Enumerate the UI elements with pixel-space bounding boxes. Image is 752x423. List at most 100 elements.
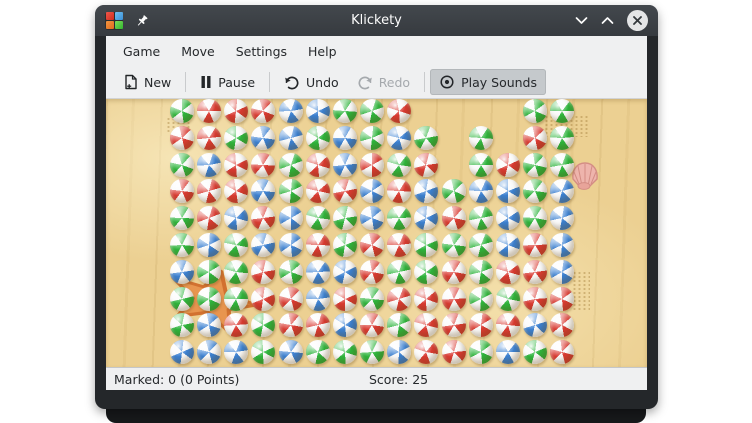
ball-r-r4c1[interactable]: [170, 179, 194, 203]
pause-button[interactable]: Pause: [191, 70, 264, 95]
ball-b-r4c15[interactable]: [550, 179, 574, 203]
ball-r-r9c5[interactable]: [279, 313, 303, 337]
ball-r-r4c7[interactable]: [333, 179, 357, 203]
ball-b-r9c7[interactable]: [333, 313, 357, 337]
ball-r-r8c11[interactable]: [442, 287, 466, 311]
ball-g-r6c7[interactable]: [333, 233, 357, 257]
ball-r-r8c4[interactable]: [251, 287, 275, 311]
ball-g-r2c3[interactable]: [224, 126, 248, 150]
ball-b-r9c2[interactable]: [197, 313, 221, 337]
ball-r-r10c11[interactable]: [442, 340, 466, 364]
ball-b-r4c10[interactable]: [414, 179, 438, 203]
ball-r-r10c10[interactable]: [414, 340, 438, 364]
ball-b-r7c7[interactable]: [333, 260, 357, 284]
ball-b-r4c12[interactable]: [469, 179, 493, 203]
ball-r-r5c11[interactable]: [442, 206, 466, 230]
ball-r-r4c2[interactable]: [197, 179, 221, 203]
ball-b-r2c9[interactable]: [387, 126, 411, 150]
ball-b-r10c5[interactable]: [279, 340, 303, 364]
ball-b-r3c2[interactable]: [197, 153, 221, 177]
ball-g-r1c15[interactable]: [550, 99, 574, 123]
ball-b-r5c3[interactable]: [224, 206, 248, 230]
ball-g-r5c1[interactable]: [170, 206, 194, 230]
ball-r-r6c9[interactable]: [387, 233, 411, 257]
ball-r-r9c8[interactable]: [360, 313, 384, 337]
minimize-icon[interactable]: [575, 16, 588, 25]
ball-r-r3c13[interactable]: [496, 153, 520, 177]
ball-g-r6c12[interactable]: [469, 233, 493, 257]
ball-b-r7c6[interactable]: [306, 260, 330, 284]
ball-b-r5c10[interactable]: [414, 206, 438, 230]
ball-g-r10c7[interactable]: [333, 340, 357, 364]
ball-r-r8c15[interactable]: [550, 287, 574, 311]
ball-g-r5c14[interactable]: [523, 206, 547, 230]
menu-move[interactable]: Move: [171, 40, 225, 63]
ball-r-r6c14[interactable]: [523, 233, 547, 257]
ball-b-r7c1[interactable]: [170, 260, 194, 284]
ball-r-r9c13[interactable]: [496, 313, 520, 337]
ball-b-r1c6[interactable]: [306, 99, 330, 123]
ball-g-r7c9[interactable]: [387, 260, 411, 284]
ball-b-r4c13[interactable]: [496, 179, 520, 203]
ball-r-r7c14[interactable]: [523, 260, 547, 284]
ball-r-r3c4[interactable]: [251, 153, 275, 177]
ball-b-r6c15[interactable]: [550, 233, 574, 257]
ball-r-r2c1[interactable]: [170, 126, 194, 150]
redo-button[interactable]: Redo: [348, 70, 419, 95]
ball-r-r1c4[interactable]: [251, 99, 275, 123]
ball-r-r9c11[interactable]: [442, 313, 466, 337]
ball-r-r4c9[interactable]: [387, 179, 411, 203]
ball-b-r10c9[interactable]: [387, 340, 411, 364]
ball-b-r6c4[interactable]: [251, 233, 275, 257]
ball-g-r5c9[interactable]: [387, 206, 411, 230]
ball-g-r1c8[interactable]: [360, 99, 384, 123]
ball-g-r9c1[interactable]: [170, 313, 194, 337]
ball-g-r5c6[interactable]: [306, 206, 330, 230]
ball-g-r1c7[interactable]: [333, 99, 357, 123]
ball-g-r10c8[interactable]: [360, 340, 384, 364]
ball-r-r2c2[interactable]: [197, 126, 221, 150]
ball-b-r5c15[interactable]: [550, 206, 574, 230]
ball-g-r9c9[interactable]: [387, 313, 411, 337]
ball-r-r1c2[interactable]: [197, 99, 221, 123]
ball-g-r7c3[interactable]: [224, 260, 248, 284]
ball-g-r10c12[interactable]: [469, 340, 493, 364]
ball-r-r4c6[interactable]: [306, 179, 330, 203]
ball-r-r1c9[interactable]: [387, 99, 411, 123]
ball-r-r8c7[interactable]: [333, 287, 357, 311]
ball-g-r8c12[interactable]: [469, 287, 493, 311]
ball-g-r1c1[interactable]: [170, 99, 194, 123]
ball-g-r2c8[interactable]: [360, 126, 384, 150]
pin-icon[interactable]: [135, 14, 149, 28]
ball-b-r4c8[interactable]: [360, 179, 384, 203]
ball-g-r6c1[interactable]: [170, 233, 194, 257]
menu-help[interactable]: Help: [298, 40, 347, 63]
ball-r-r8c14[interactable]: [523, 287, 547, 311]
ball-g-r7c5[interactable]: [279, 260, 303, 284]
ball-g-r6c10[interactable]: [414, 233, 438, 257]
ball-g-r2c10[interactable]: [414, 126, 438, 150]
undo-button[interactable]: Undo: [275, 70, 348, 95]
ball-g-r10c14[interactable]: [523, 340, 547, 364]
ball-g-r2c6[interactable]: [306, 126, 330, 150]
ball-g-r10c6[interactable]: [306, 340, 330, 364]
ball-b-r6c5[interactable]: [279, 233, 303, 257]
maximize-icon[interactable]: [601, 16, 614, 25]
ball-g-r5c12[interactable]: [469, 206, 493, 230]
ball-g-r3c14[interactable]: [523, 153, 547, 177]
menu-settings[interactable]: Settings: [226, 40, 297, 63]
ball-g-r8c8[interactable]: [360, 287, 384, 311]
ball-r-r9c6[interactable]: [306, 313, 330, 337]
ball-r-r7c13[interactable]: [496, 260, 520, 284]
ball-g-r8c2[interactable]: [197, 287, 221, 311]
ball-r-r1c3[interactable]: [224, 99, 248, 123]
ball-r-r9c10[interactable]: [414, 313, 438, 337]
ball-g-r8c1[interactable]: [170, 287, 194, 311]
ball-g-r6c11[interactable]: [442, 233, 466, 257]
ball-g-r3c5[interactable]: [279, 153, 303, 177]
ball-g-r7c2[interactable]: [197, 260, 221, 284]
ball-g-r10c4[interactable]: [251, 340, 275, 364]
ball-b-r2c4[interactable]: [251, 126, 275, 150]
ball-r-r8c10[interactable]: [414, 287, 438, 311]
ball-g-r7c10[interactable]: [414, 260, 438, 284]
